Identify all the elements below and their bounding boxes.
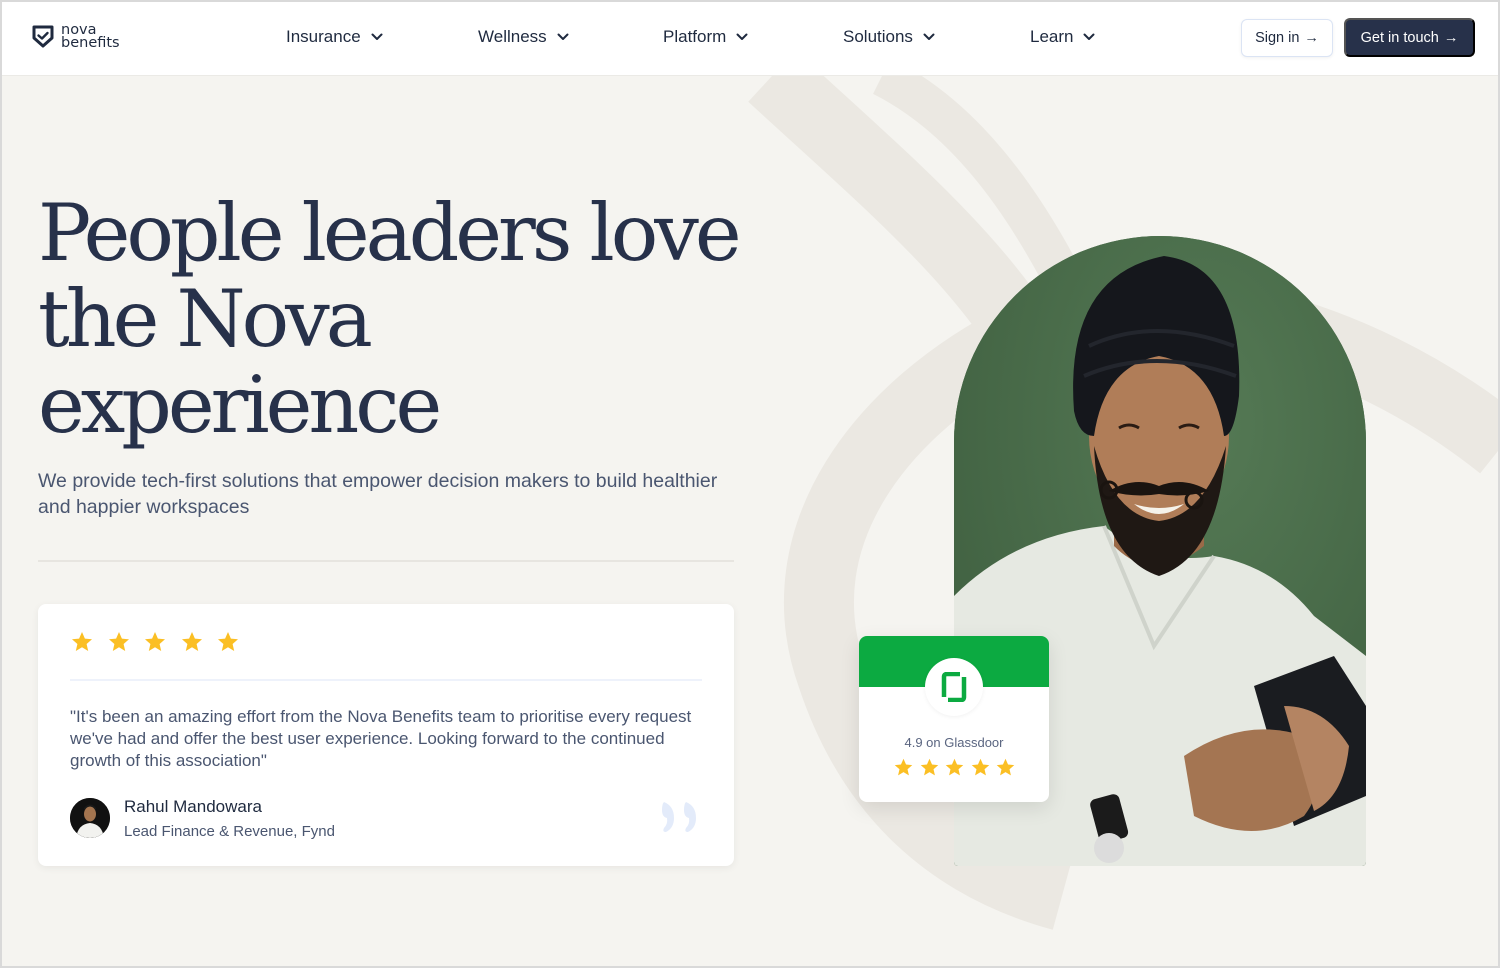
avatar [70, 798, 110, 838]
glassdoor-logo [925, 658, 983, 716]
star-icon [218, 632, 238, 651]
headline-line: People leaders love [38, 187, 742, 279]
arrow-right-icon: → [1304, 30, 1319, 46]
shield-check-icon [32, 25, 54, 48]
star-icon [894, 758, 913, 776]
divider [38, 560, 734, 562]
star-icon [945, 758, 964, 776]
rating-stars [70, 630, 253, 654]
logo[interactable]: nova benefits [32, 23, 120, 51]
star-icon [181, 632, 202, 651]
testimonial-quote: "It's been an amazing effort from the No… [70, 707, 692, 770]
nav-item-platform[interactable]: Platform [663, 27, 748, 47]
nav-item-wellness[interactable]: Wellness [478, 27, 569, 47]
chevron-down-icon [923, 33, 935, 40]
nav-item-label: Wellness [478, 27, 547, 46]
nav-item-learn[interactable]: Learn [1030, 27, 1095, 47]
hero-headline: People leaders love the Nova experience [38, 190, 758, 448]
author-role: Lead Finance & Revenue, Fynd [124, 823, 335, 840]
logo-text: nova benefits [61, 23, 120, 51]
arrow-right-icon: → [1443, 29, 1459, 46]
chevron-down-icon [736, 33, 748, 40]
testimonial-card: "It's been an amazing effort from the No… [38, 604, 734, 866]
star-icon [971, 758, 989, 776]
star-icon [920, 758, 938, 776]
chevron-down-icon [371, 33, 383, 40]
person-avatar-icon [70, 798, 110, 838]
glassdoor-icon [941, 672, 967, 702]
sign-in-label: Sign in [1255, 30, 1300, 46]
chevron-down-icon [557, 33, 569, 40]
star-icon [996, 758, 1015, 776]
sign-in-button[interactable]: Sign in → [1241, 19, 1333, 57]
star-icon [145, 632, 165, 651]
nav-item-label: Insurance [286, 27, 361, 46]
get-in-touch-label: Get in touch [1360, 29, 1439, 46]
get-in-touch-button[interactable]: Get in touch → [1344, 18, 1475, 57]
headline-line: the Nova [38, 273, 373, 365]
glassdoor-stars [893, 757, 1021, 778]
page: nova benefits Insurance Wellness Platfor… [2, 2, 1498, 966]
nav-item-label: Solutions [843, 27, 913, 46]
nav-item-solutions[interactable]: Solutions [843, 27, 935, 47]
logo-line2: benefits [61, 35, 120, 51]
glassdoor-rating-label: 4.9 on Glassdoor [904, 735, 1004, 750]
chevron-down-icon [1083, 33, 1095, 40]
author-name: Rahul Mandowara [124, 797, 262, 816]
nav-item-label: Platform [663, 27, 727, 46]
glassdoor-rating-card[interactable]: 4.9 on Glassdoor [859, 636, 1049, 802]
star-icon [72, 632, 92, 651]
headline-line: experience [38, 359, 442, 451]
star-icon [108, 632, 129, 651]
card-divider [70, 679, 702, 681]
quote-mark-icon [662, 802, 696, 832]
nav-item-insurance[interactable]: Insurance [286, 27, 383, 47]
nav-item-label: Learn [1030, 27, 1074, 46]
site-header: nova benefits Insurance Wellness Platfor… [2, 2, 1498, 76]
hero-subtext: We provide tech-first solutions that emp… [38, 470, 718, 518]
